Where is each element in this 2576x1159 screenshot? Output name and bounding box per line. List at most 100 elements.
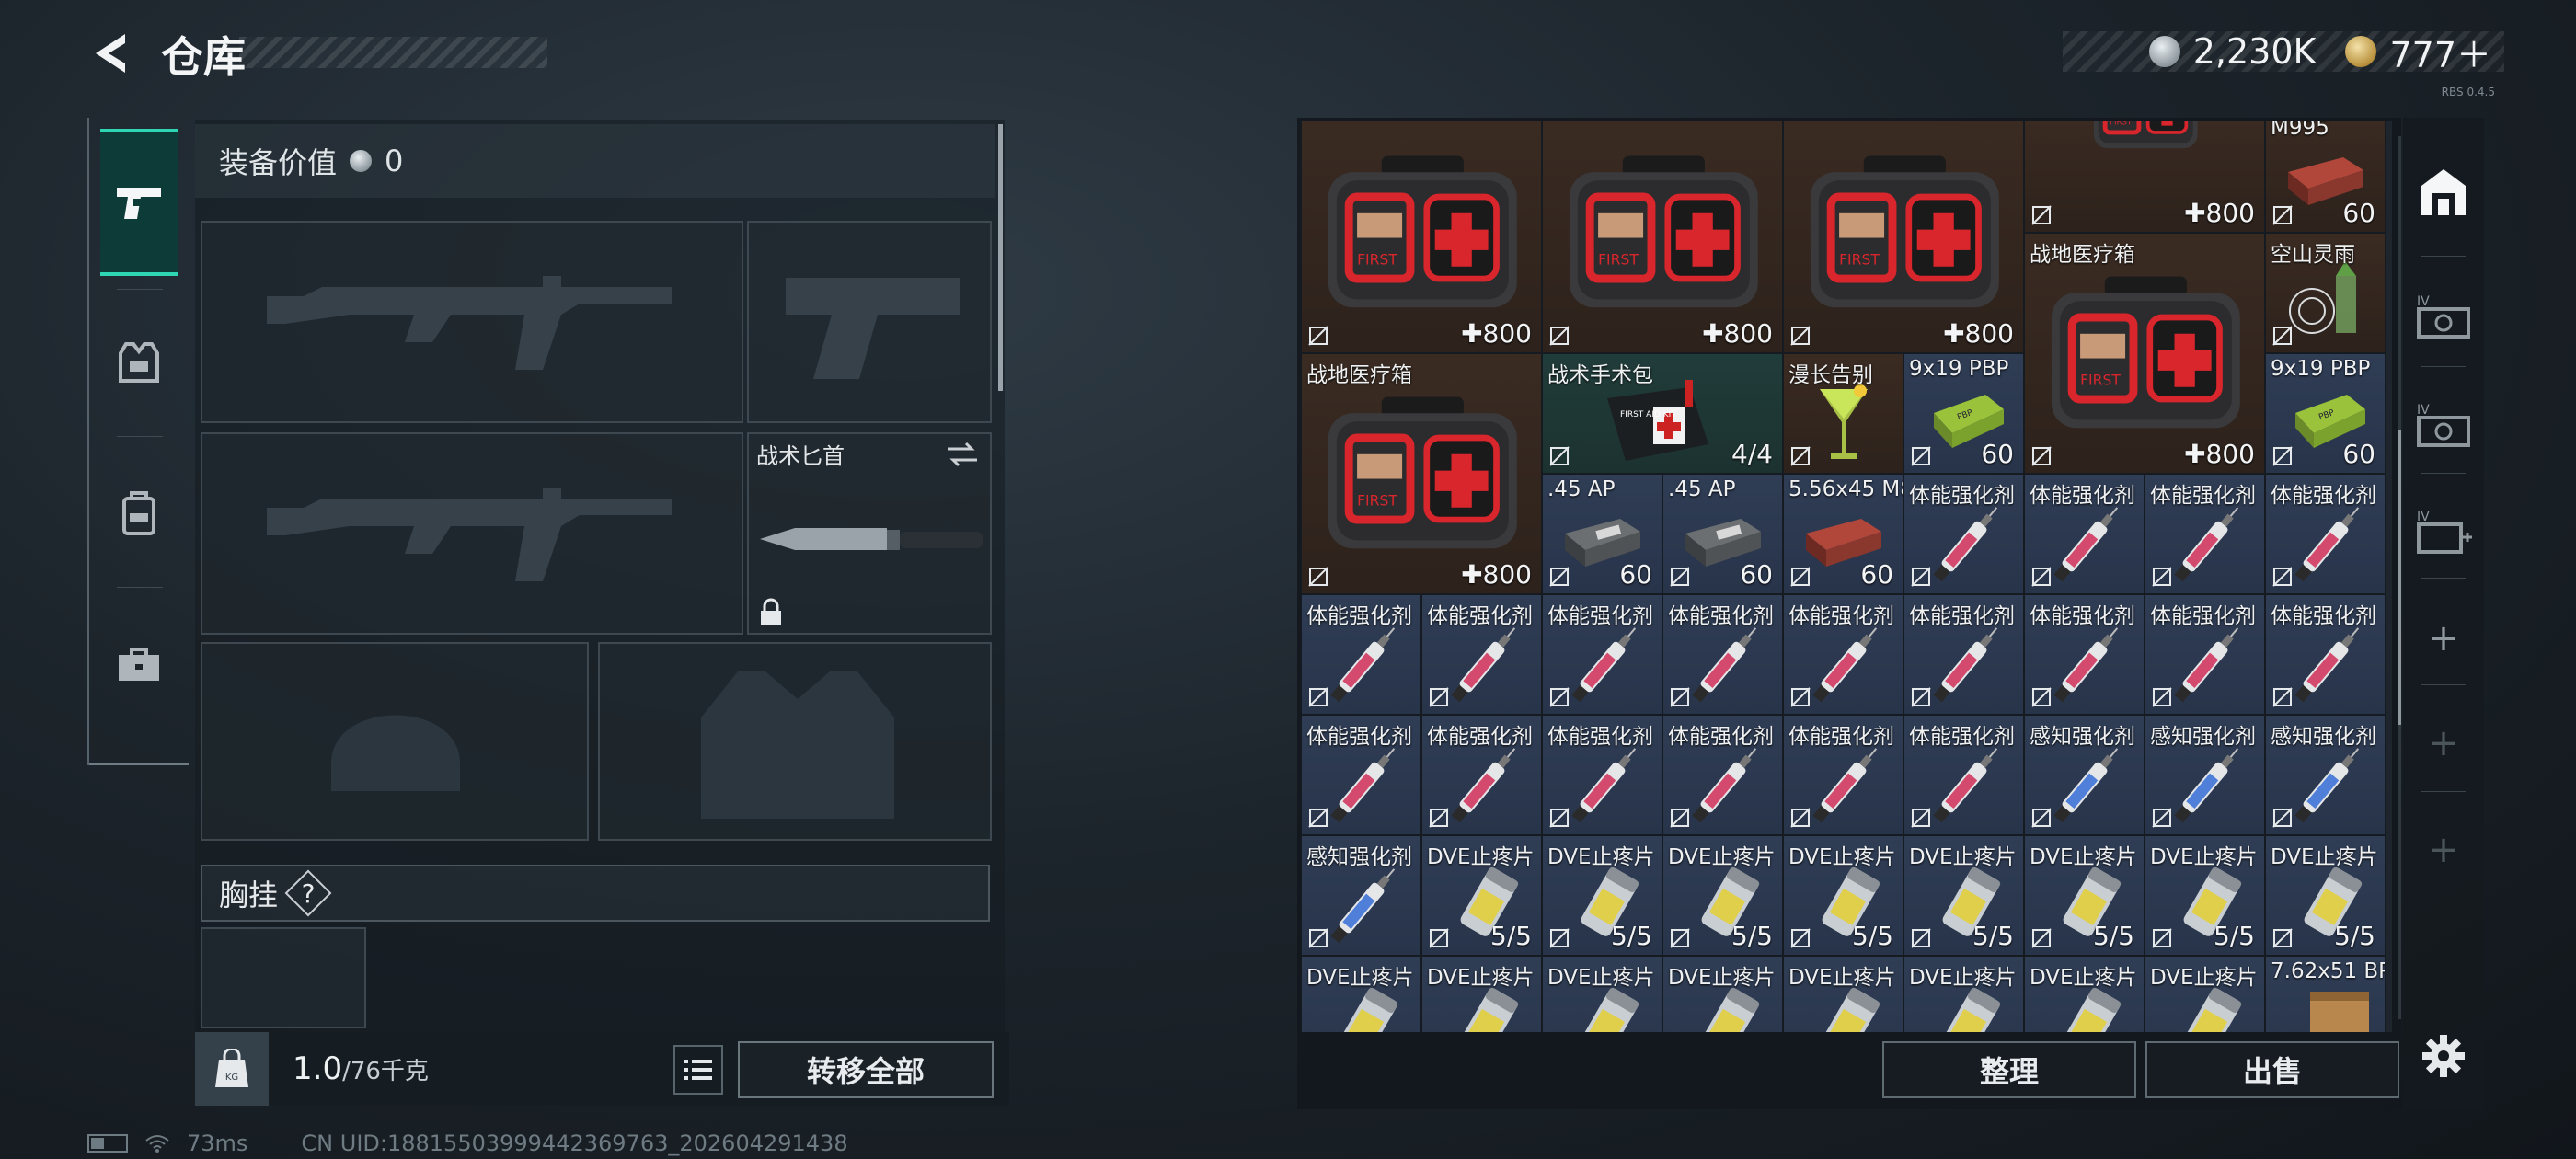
inventory-item-medkit[interactable]: FIRST ✚800 bbox=[1783, 121, 2024, 353]
add-tab-button[interactable]: + bbox=[2403, 592, 2484, 684]
inventory-item-syringe-blue[interactable]: 感知强化剂 bbox=[2145, 715, 2265, 835]
inventory-item-pills[interactable]: DVE止疼片 5/5 bbox=[1903, 835, 2024, 956]
inventory-item-ammo-gray[interactable]: .45 AP 60 bbox=[1662, 474, 1783, 594]
tab-container-1[interactable]: IV bbox=[2403, 270, 2484, 362]
item-count: ✚800 bbox=[1461, 318, 1532, 349]
page-title: 仓库 bbox=[161, 32, 246, 82]
inventory-item-syringe-red[interactable]: 体能强化剂 bbox=[1301, 715, 1421, 835]
item-name: DVE止疼片 bbox=[1909, 845, 2017, 869]
inventory-item-pills[interactable]: DVE止疼片 5/5 bbox=[1421, 835, 1542, 956]
inventory-item-pills[interactable]: DVE止疼片 5/5 bbox=[1542, 835, 1662, 956]
inventory-item-ammo-gray[interactable]: .45 AP 60 bbox=[1542, 474, 1662, 594]
inventory-item-pills[interactable]: DVE止疼片 5/5 bbox=[2265, 835, 2386, 956]
inventory-item-pills[interactable]: DVE止疼片 bbox=[2145, 956, 2265, 1032]
tab-stash[interactable] bbox=[2403, 145, 2484, 237]
inventory-item-syringe-blue[interactable]: 感知强化剂 bbox=[1301, 835, 1421, 956]
item-name: 体能强化剂 bbox=[1306, 725, 1412, 749]
loadout-scrollbar[interactable] bbox=[998, 124, 1003, 391]
stash-scrollbar[interactable] bbox=[2398, 430, 2401, 725]
inventory-item-syringe-blue[interactable]: 感知强化剂 bbox=[2265, 715, 2386, 835]
tab-toolbox[interactable] bbox=[100, 591, 178, 738]
inventory-item-syringe-red[interactable]: 体能强化剂 bbox=[1783, 715, 1903, 835]
inventory-item-syringe-red[interactable]: 体能强化剂 bbox=[2265, 474, 2386, 594]
item-name: 体能强化剂 bbox=[1547, 725, 1653, 749]
inventory-item-syringe-red[interactable]: 体能强化剂 bbox=[1783, 594, 1903, 715]
secondary-weapon-slot[interactable] bbox=[201, 432, 743, 635]
armor-slot[interactable] bbox=[598, 642, 992, 841]
item-name: 体能强化剂 bbox=[1427, 725, 1533, 749]
list-view-button[interactable] bbox=[673, 1045, 723, 1095]
inventory-item-pills[interactable]: DVE止疼片 bbox=[1903, 956, 2024, 1032]
sell-button[interactable]: 出售 bbox=[2145, 1041, 2399, 1098]
inventory-item-medkit[interactable]: FIRST ✚800 bbox=[1542, 121, 1783, 353]
inventory-item-ammo-green[interactable]: PBP 9x19 PBP 60 bbox=[1903, 353, 2024, 474]
inventory-item-medkit-partial[interactable]: FIRST ✚800 bbox=[2024, 121, 2265, 233]
inventory-item-ammo-red[interactable]: 5.56x45 M855A1 60 bbox=[1783, 474, 1903, 594]
inventory-item-pills[interactable]: DVE止疼片 bbox=[1301, 956, 1421, 1032]
inventory-item-medkit[interactable]: FIRST 战地医疗箱 ✚800 bbox=[1301, 353, 1542, 594]
inventory-item-pills[interactable]: DVE止疼片 bbox=[1783, 956, 1903, 1032]
no-insure-icon bbox=[1789, 445, 1811, 467]
gear-icon bbox=[2422, 1035, 2465, 1077]
inventory-item-syringe-red[interactable]: 体能强化剂 bbox=[1421, 594, 1542, 715]
no-insure-icon bbox=[1789, 686, 1811, 708]
inventory-item-syringe-red[interactable]: 体能强化剂 bbox=[2024, 594, 2145, 715]
transfer-all-button[interactable]: 转移全部 bbox=[738, 1041, 994, 1098]
inventory-item-syringe-red[interactable]: 体能强化剂 bbox=[1903, 715, 2024, 835]
no-insure-icon bbox=[1548, 927, 1570, 949]
inventory-item-syringe-red[interactable]: 体能强化剂 bbox=[1542, 594, 1662, 715]
stash-grid: FIRST ✚800 FIRST ✚800 FIRST ✚800 FIRST ✚… bbox=[1301, 121, 2392, 1032]
tab-container-3[interactable]: IV bbox=[2403, 486, 2484, 578]
chest-rig-slot[interactable] bbox=[201, 927, 366, 1028]
inventory-item-pills[interactable]: DVE止疼片 bbox=[1662, 956, 1783, 1032]
tab-divider bbox=[2421, 791, 2466, 792]
gold-amount[interactable]: 777＋ bbox=[2389, 27, 2491, 77]
inventory-item-pills[interactable]: DVE止疼片 5/5 bbox=[2145, 835, 2265, 956]
item-count: 5/5 bbox=[1489, 921, 1532, 951]
inventory-item-syringe-red[interactable]: 体能强化剂 bbox=[1903, 474, 2024, 594]
inventory-item-syringe-red[interactable]: 体能强化剂 bbox=[2145, 474, 2265, 594]
swap-icon[interactable] bbox=[944, 440, 981, 469]
tab-backpack[interactable] bbox=[100, 440, 178, 587]
inventory-item-syringe-red[interactable]: 体能强化剂 bbox=[2024, 474, 2145, 594]
inventory-item-syringe-red[interactable]: 体能强化剂 bbox=[1662, 715, 1783, 835]
primary-weapon-slot[interactable] bbox=[201, 221, 743, 423]
inventory-item-syringe-red[interactable]: 体能强化剂 bbox=[1903, 594, 2024, 715]
inventory-item-cocktail[interactable]: 漫长告别 bbox=[1783, 353, 1903, 474]
add-tab-button-locked[interactable]: + bbox=[2403, 804, 2484, 896]
inventory-item-pills[interactable]: DVE止疼片 bbox=[1421, 956, 1542, 1032]
help-icon[interactable]: ? bbox=[287, 872, 329, 914]
inventory-item-pills[interactable]: DVE止疼片 bbox=[2024, 956, 2145, 1032]
settings-button[interactable] bbox=[2403, 1010, 2484, 1102]
inventory-item-pills[interactable]: DVE止疼片 bbox=[1542, 956, 1662, 1032]
inventory-item-syringe-red[interactable]: 体能强化剂 bbox=[1421, 715, 1542, 835]
inventory-item-pills[interactable]: DVE止疼片 5/5 bbox=[1662, 835, 1783, 956]
item-name: 感知强化剂 bbox=[2271, 725, 2376, 749]
inventory-item-surgery[interactable]: FIRST AID KIT 战术手术包 4/4 bbox=[1542, 353, 1783, 474]
inventory-item-medkit[interactable]: FIRST 战地医疗箱 ✚800 bbox=[2024, 233, 2265, 474]
inventory-item-syringe-red[interactable]: 体能强化剂 bbox=[2145, 594, 2265, 715]
inventory-item-glass[interactable]: 空山灵雨 bbox=[2265, 233, 2386, 353]
inventory-item-syringe-red[interactable]: 体能强化剂 bbox=[1542, 715, 1662, 835]
add-tab-button-locked[interactable]: + bbox=[2403, 697, 2484, 789]
inventory-item-medkit[interactable]: FIRST ✚800 bbox=[1301, 121, 1542, 353]
inventory-item-ammo-box[interactable]: 7.62x51 BPZ bbox=[2265, 956, 2386, 1032]
tab-weapons[interactable] bbox=[100, 129, 178, 276]
tab-armor[interactable] bbox=[100, 289, 178, 436]
item-count: 60 bbox=[1740, 559, 1773, 590]
inventory-item-ammo-red[interactable]: M995 60 bbox=[2265, 121, 2386, 233]
inventory-item-syringe-red[interactable]: 体能强化剂 bbox=[1301, 594, 1421, 715]
inventory-item-syringe-red[interactable]: 体能强化剂 bbox=[1662, 594, 1783, 715]
sort-button[interactable]: 整理 bbox=[1882, 1041, 2136, 1098]
no-insure-icon bbox=[1548, 686, 1570, 708]
inventory-item-ammo-green[interactable]: PBP 9x19 PBP 60 bbox=[2265, 353, 2386, 474]
sidearm-slot[interactable] bbox=[747, 221, 992, 423]
inventory-item-pills[interactable]: DVE止疼片 5/5 bbox=[2024, 835, 2145, 956]
back-button[interactable] bbox=[85, 28, 136, 79]
inventory-item-pills[interactable]: DVE止疼片 5/5 bbox=[1783, 835, 1903, 956]
knife-slot[interactable]: 战术匕首 bbox=[747, 432, 992, 635]
inventory-item-syringe-blue[interactable]: 感知强化剂 bbox=[2024, 715, 2145, 835]
helmet-slot[interactable] bbox=[201, 642, 589, 841]
tab-container-2[interactable]: IV bbox=[2403, 379, 2484, 471]
inventory-item-syringe-red[interactable]: 体能强化剂 bbox=[2265, 594, 2386, 715]
